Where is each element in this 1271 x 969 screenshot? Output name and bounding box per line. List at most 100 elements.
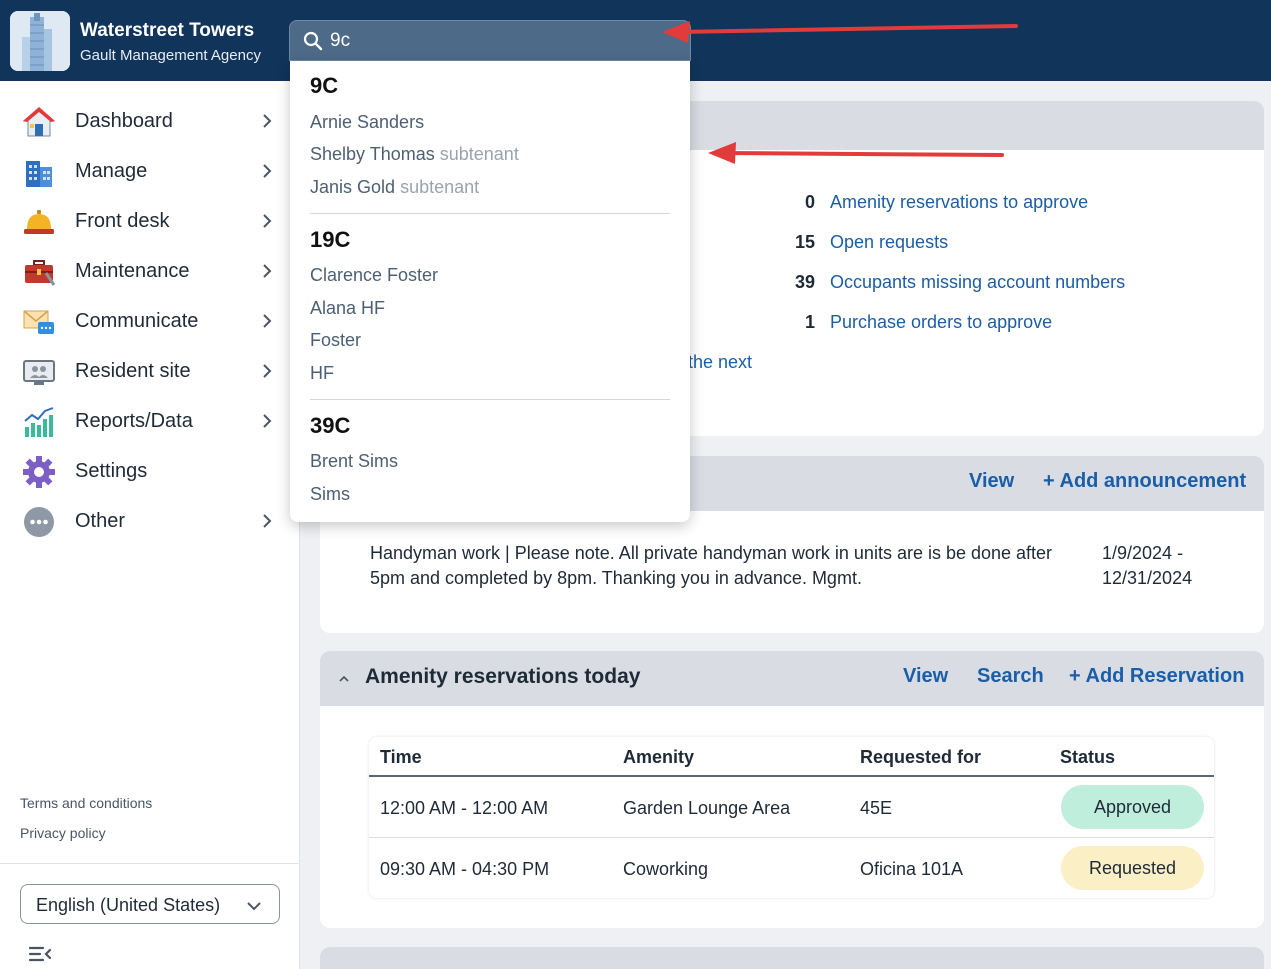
sidebar-item-label: Resident site [75,360,191,382]
sidebar-item-label: Maintenance [75,260,190,282]
person-tag: subtenant [439,144,519,164]
announcement-date: 1/9/2024 - 12/31/2024 [1102,543,1193,588]
sidebar-item-manage[interactable]: Manage [0,148,300,194]
amenity-card-header: Amenity reservations today View Search +… [320,651,1264,706]
result-person[interactable]: Sims [310,484,350,505]
sidebar-item-reports-data[interactable]: Reports/Data [0,398,300,444]
next-card-header [320,947,1264,969]
result-person[interactable]: Alana HF [310,298,385,319]
person-name: Brent Sims [310,451,399,471]
chevron-right-icon [263,314,272,328]
person-name: Sims [310,484,350,504]
chevron-right-icon [263,164,272,178]
row-divider [369,837,1214,838]
sidebar-item-communicate[interactable]: Communicate [0,298,300,344]
envelope-chat-icon [23,310,54,334]
stat-count: 1 [804,312,815,332]
person-tag: subtenant [400,177,480,197]
result-person[interactable]: Brent Sims [310,451,398,472]
agency-name: Gault Management Agency [80,47,261,64]
status-badge: Approved [1061,785,1204,829]
sidebar-divider [0,863,300,864]
toolbox-icon [25,260,56,286]
search-results-dropdown: 9C Arnie Sanders Shelby Thomas subtenant… [290,61,690,522]
view-reservations-link[interactable]: View [903,665,948,688]
sidebar: Dashboard Manage Front desk Maintenance [0,81,300,969]
sidebar-item-resident-site[interactable]: Resident site [0,348,300,394]
result-person[interactable]: Arnie Sanders [310,112,424,133]
cell-amenity: Coworking [623,859,709,879]
stat-link[interactable]: Purchase orders to approve [830,312,1052,333]
chevron-right-icon [263,364,272,378]
stat-link[interactable]: Amenity reservations to approve [830,192,1088,213]
person-name: Clarence Foster [310,265,439,285]
cell-time: 09:30 AM - 04:30 PM [380,859,550,879]
cell-requested-for: 45E [860,798,893,818]
stat-link[interactable]: Occupants missing account numbers [830,272,1125,293]
result-unit-title[interactable]: 9C [310,73,338,99]
result-person[interactable]: Janis Gold subtenant [310,177,479,198]
chevron-right-icon [263,214,272,228]
search-box[interactable] [289,20,691,61]
cell-requested-for: Oficina 101A [860,859,964,879]
chevron-right-icon [263,414,272,428]
result-person[interactable]: HF [310,363,334,384]
search-icon [303,31,323,51]
add-announcement-link[interactable]: + Add announcement [1043,470,1246,493]
sidebar-item-maintenance[interactable]: Maintenance [0,248,300,294]
amenity-card-title: Amenity reservations today [365,665,641,688]
result-unit-title[interactable]: 19C [310,227,350,253]
result-unit-title[interactable]: 39C [310,413,350,439]
language-select[interactable]: English (United States) [20,884,280,924]
chevron-up-icon[interactable] [338,673,350,685]
stat-link[interactable]: Open requests [830,232,948,253]
result-person[interactable]: Clarence Foster [310,265,438,286]
column-header: Amenity [623,747,695,767]
result-person[interactable]: Foster [310,330,361,351]
column-header: Status [1060,747,1116,767]
sidebar-item-label: Front desk [75,210,170,232]
cell-time: 12:00 AM - 12:00 AM [380,798,549,818]
sidebar-item-label: Dashboard [75,110,173,132]
person-name: Shelby Thomas [310,144,435,164]
sidebar-item-other[interactable]: Other [0,498,300,544]
sidebar-item-front-desk[interactable]: Front desk [0,198,300,244]
person-name: HF [310,363,334,383]
stat-count: 0 [804,192,815,212]
person-name: Arnie Sanders [310,112,425,132]
sidebar-item-dashboard[interactable]: Dashboard [0,98,300,144]
building-icon [26,161,52,187]
person-name: Alana HF [310,298,386,318]
chevron-right-icon [263,514,272,528]
monitor-people-icon [23,360,55,385]
view-announcements-link[interactable]: View [969,470,1014,493]
amenity-card: Amenity reservations today View Search +… [320,651,1264,928]
collapse-menu-icon[interactable] [28,944,52,964]
reservations-table: Time Amenity Requested for Status 12:00 … [369,737,1214,898]
next-card [320,947,1264,969]
announcement-text: Handyman work | Please note. All private… [370,543,1053,588]
result-person[interactable]: Shelby Thomas subtenant [310,144,519,165]
sidebar-item-label: Other [75,510,126,532]
sidebar-item-label: Manage [75,160,148,182]
column-header: Requested for [860,747,982,767]
more-icon [24,507,54,537]
cell-amenity: Garden Lounge Area [623,798,791,818]
building-logo[interactable] [10,11,70,71]
chart-icon [24,407,54,437]
add-reservation-link[interactable]: + Add Reservation [1069,665,1244,688]
search-input[interactable] [330,27,670,55]
table-header-divider [369,775,1214,777]
chevron-down-icon [247,902,261,911]
house-icon [22,107,56,137]
partial-link[interactable]: the next [688,352,752,373]
search-reservations-link[interactable]: Search [977,665,1044,688]
sidebar-item-settings[interactable]: Settings [0,448,300,494]
person-name: Janis Gold [310,177,396,197]
privacy-link[interactable]: Privacy policy [20,825,106,841]
status-badge: Requested [1061,846,1204,890]
property-name: Waterstreet Towers [80,20,255,41]
result-divider [310,213,670,214]
terms-link[interactable]: Terms and conditions [20,795,152,811]
chevron-right-icon [263,264,272,278]
